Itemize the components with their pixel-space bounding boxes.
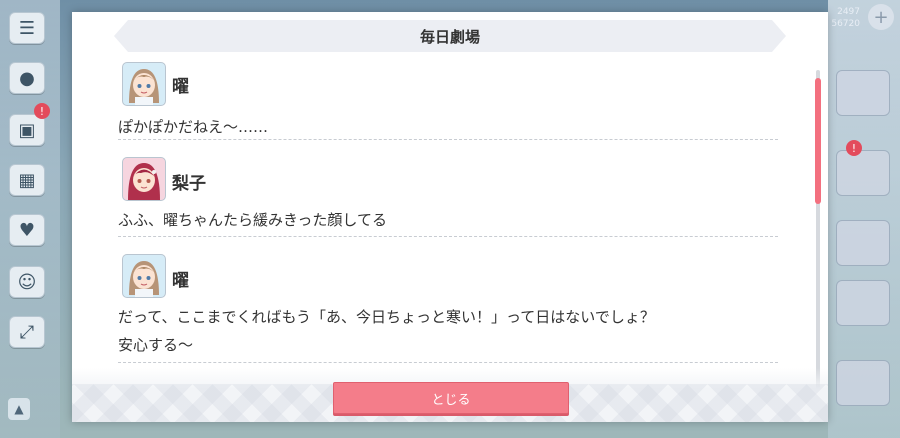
gift-icon[interactable]: ▦ bbox=[9, 164, 45, 196]
daily-theater-dialog: 毎日劇場 曜 ぽかぽかだねえ〜…… 梨子 ふふ、曜ちゃんたら緩みきった顔してる … bbox=[72, 12, 828, 422]
right-card-3[interactable] bbox=[836, 220, 890, 266]
right-card-1[interactable] bbox=[836, 70, 890, 116]
right-card-5[interactable] bbox=[836, 360, 890, 406]
notification-badge-right: ! bbox=[846, 140, 862, 156]
dialogue-line: ふふ、曜ちゃんたら緩みきった顔してる bbox=[118, 211, 387, 229]
entry-divider bbox=[118, 362, 778, 363]
speaker-name: 曜 bbox=[172, 77, 189, 97]
entry-divider bbox=[118, 139, 778, 140]
stat-value-2: 56720 bbox=[831, 19, 860, 29]
menu-icon[interactable]: ☰ bbox=[9, 12, 45, 44]
notification-badge: ! bbox=[34, 103, 50, 119]
right-card-4[interactable] bbox=[836, 280, 890, 326]
profile-icon[interactable]: ▲ bbox=[8, 398, 30, 420]
dialogue-line: だって、ここまでくればもう「あ、今日ちょっと寒い！」って日はないでしょ？ bbox=[118, 308, 655, 326]
you-avatar bbox=[122, 62, 166, 106]
you-avatar bbox=[122, 254, 166, 298]
speaker-name: 梨子 bbox=[172, 174, 206, 194]
stat-value-1: 2497 bbox=[837, 7, 860, 17]
top-stats: 2497 56720 bbox=[831, 6, 860, 30]
fullscreen-icon[interactable]: ⤢ bbox=[9, 316, 45, 348]
dialogue-line: 安心する〜 bbox=[118, 336, 194, 354]
close-button[interactable]: とじる bbox=[333, 382, 569, 414]
right-card-2[interactable] bbox=[836, 150, 890, 196]
heart-icon[interactable]: ♥ bbox=[9, 214, 45, 246]
chat-icon[interactable]: ● bbox=[9, 62, 45, 94]
entry-divider bbox=[118, 236, 778, 237]
member-icon[interactable]: ☺ bbox=[9, 266, 45, 298]
dialogue-line: ぽかぽかだねえ〜…… bbox=[118, 118, 269, 136]
riko-avatar bbox=[122, 157, 166, 201]
scrollbar-thumb[interactable] bbox=[815, 78, 821, 204]
dialog-title: 毎日劇場 bbox=[114, 20, 786, 52]
speaker-name: 曜 bbox=[172, 271, 189, 291]
plus-icon[interactable]: + bbox=[868, 4, 894, 30]
